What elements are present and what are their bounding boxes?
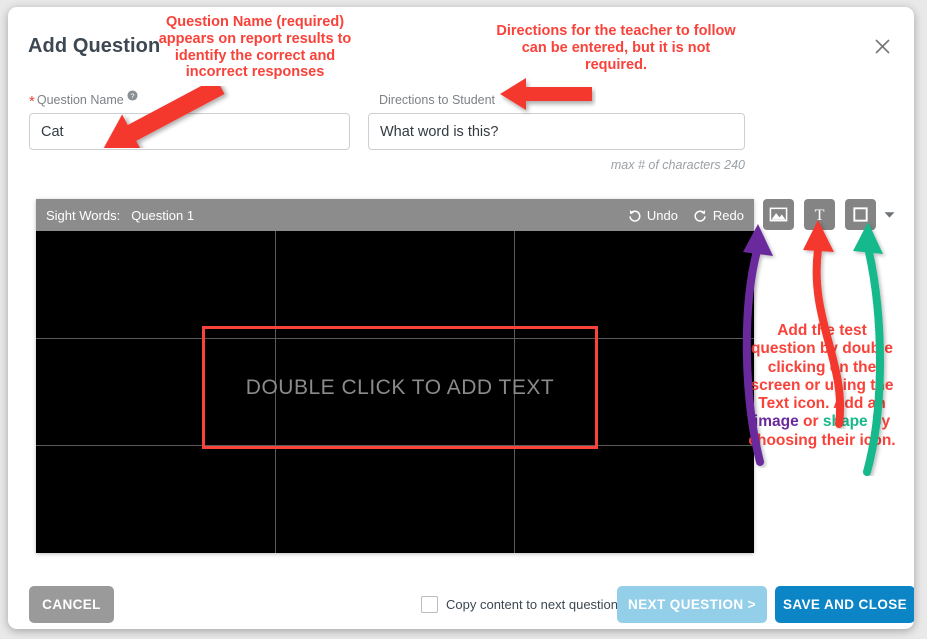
redo-button[interactable]: Redo: [693, 208, 744, 223]
square-shape-icon: [851, 205, 870, 224]
required-asterisk: *: [29, 93, 35, 110]
question-name-label-text: Question Name: [36, 93, 124, 107]
help-circle-icon[interactable]: ?: [127, 90, 138, 104]
svg-text:?: ?: [130, 91, 134, 100]
canvas-question-number: Question 1: [131, 207, 195, 223]
close-icon[interactable]: [867, 31, 897, 61]
chevron-down-icon[interactable]: [884, 206, 895, 224]
directions-label: Directions to Student: [379, 93, 496, 107]
canvas-set-title: Sight Words:: [46, 207, 121, 223]
undo-arrow-icon: [627, 208, 642, 223]
checkbox-box[interactable]: [421, 596, 438, 613]
text-placeholder-box[interactable]: DOUBLE CLICK TO ADD TEXT: [202, 326, 598, 449]
add-question-dialog: Add Question *Question Name? Directions …: [8, 7, 914, 629]
svg-text:T: T: [815, 207, 825, 224]
next-question-button[interactable]: NEXT QUESTION >: [617, 586, 767, 623]
directions-input[interactable]: [368, 113, 745, 150]
question-name-label: * Question Name?: [29, 90, 138, 110]
image-tool-button[interactable]: [763, 199, 794, 230]
canvas-tool-palette: T: [763, 199, 895, 230]
screen: Add Question *Question Name? Directions …: [0, 0, 927, 639]
question-canvas-panel: Sight Words: Question 1 Undo Redo DOUBLE…: [36, 199, 754, 553]
dialog-title: Add Question: [28, 35, 161, 57]
canvas-toolbar: Sight Words: Question 1 Undo Redo: [36, 199, 754, 231]
drawing-canvas[interactable]: DOUBLE CLICK TO ADD TEXT: [36, 231, 754, 553]
copy-content-checkbox[interactable]: Copy content to next question: [421, 596, 618, 613]
question-name-input[interactable]: [29, 113, 350, 150]
copy-content-label: Copy content to next question: [446, 597, 619, 612]
save-and-close-button[interactable]: SAVE AND CLOSE: [775, 586, 914, 623]
redo-label: Redo: [712, 207, 744, 223]
text-placeholder-label: DOUBLE CLICK TO ADD TEXT: [245, 375, 555, 399]
undo-button[interactable]: Undo: [627, 208, 678, 223]
image-icon: [769, 205, 788, 224]
shape-tool-button[interactable]: [845, 199, 876, 230]
cancel-button[interactable]: CANCEL: [29, 586, 114, 623]
redo-arrow-icon: [693, 208, 708, 223]
text-tool-button[interactable]: T: [804, 199, 835, 230]
max-characters-hint: max # of characters 240: [610, 158, 745, 172]
text-t-icon: T: [810, 205, 829, 224]
undo-label: Undo: [646, 207, 678, 223]
